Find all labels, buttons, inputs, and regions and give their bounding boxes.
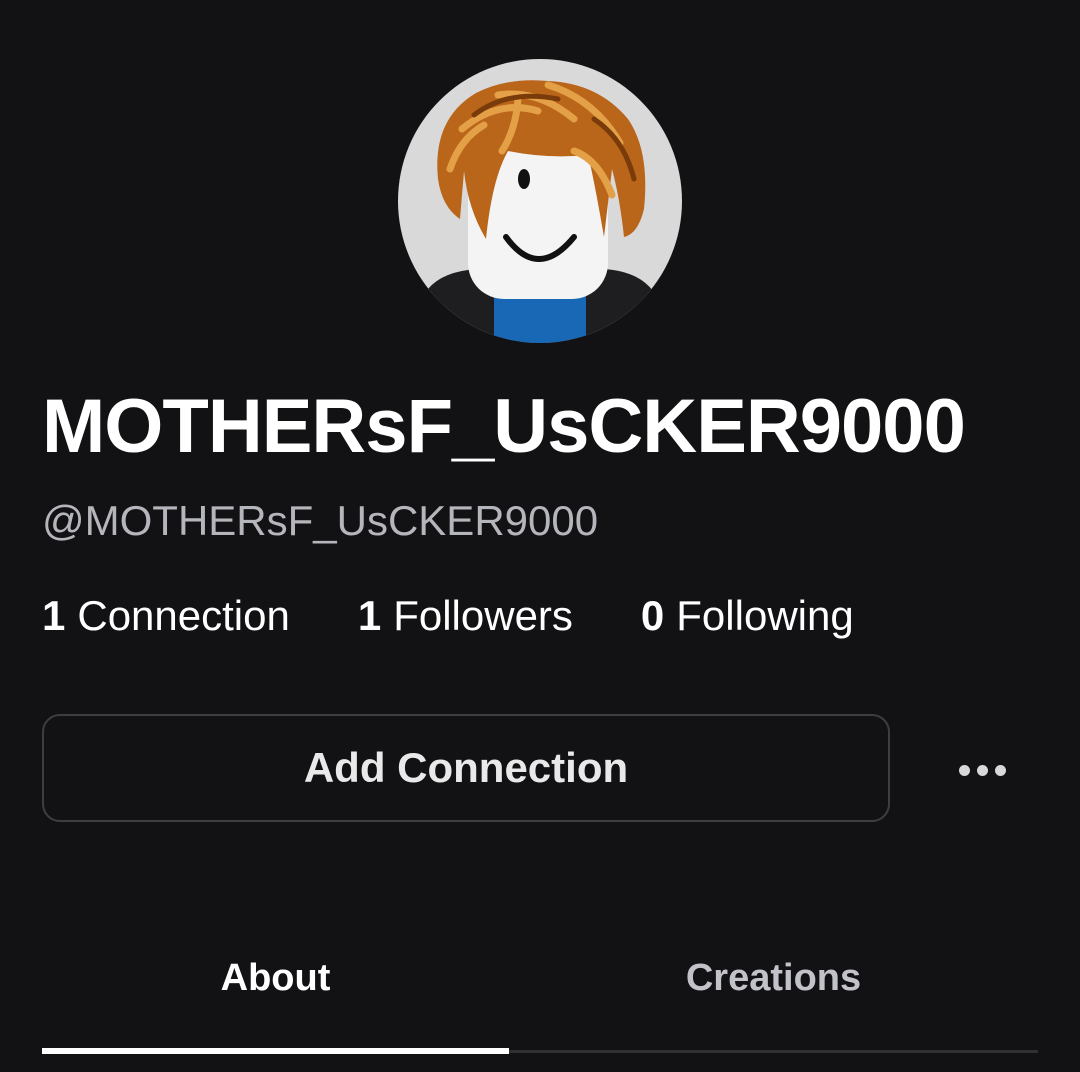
followers-stat[interactable]: 1 Followers: [358, 592, 573, 640]
connections-stat[interactable]: 1 Connection: [42, 592, 290, 640]
followers-label: Followers: [393, 592, 573, 639]
ellipsis-dot: [958, 764, 970, 776]
ellipsis-dot: [994, 764, 1006, 776]
following-label: Following: [676, 592, 854, 639]
add-connection-button[interactable]: Add Connection: [42, 714, 890, 822]
tab-divider: [509, 1050, 1038, 1053]
profile-page: MOTHERsF_UsCKER9000 @MOTHERsF_UsCKER9000…: [0, 0, 1080, 1072]
followers-count: 1: [357, 592, 382, 639]
ellipsis-icon[interactable]: [948, 750, 1016, 790]
connections-label: Connection: [77, 592, 290, 639]
ellipsis-dot: [976, 764, 988, 776]
following-stat[interactable]: 0 Following: [641, 592, 854, 640]
tab-creations[interactable]: Creations: [540, 940, 1007, 1016]
username: @MOTHERsF_UsCKER9000: [42, 497, 599, 544]
profile-tabs: About Creations: [42, 940, 1038, 1054]
tab-about[interactable]: About: [42, 940, 509, 1016]
avatar-image: [418, 80, 662, 343]
display-name: MOTHERsF_UsCKER9000: [42, 384, 966, 469]
active-tab-indicator: [42, 1048, 509, 1054]
avatar[interactable]: [398, 59, 682, 343]
profile-stats: 1 Connection 1 Followers 0 Following: [42, 590, 854, 642]
connections-count: 1: [42, 592, 66, 639]
following-count: 0: [640, 592, 665, 639]
